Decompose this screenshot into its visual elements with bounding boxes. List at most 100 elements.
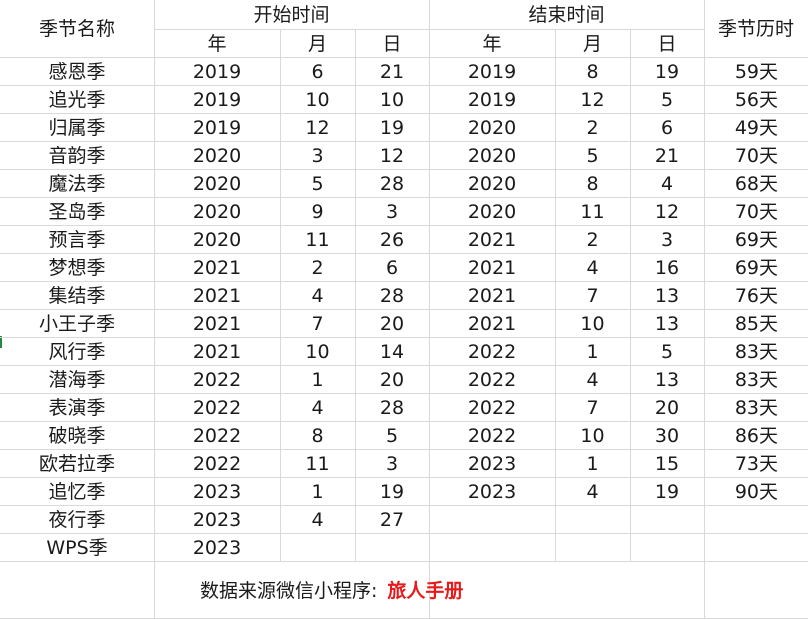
table-cell-em: 10 [580, 424, 605, 447]
table-cell-days: 83天 [734, 396, 778, 419]
table-cell-ey: 2021 [467, 256, 517, 279]
table-cell-days [704, 506, 808, 534]
table-cell-ey: 2020 [467, 116, 517, 139]
table-cell-ey: 2023 [467, 480, 517, 503]
table-cell-name: 音韵季 [48, 144, 106, 167]
table-cell-ey [429, 506, 555, 534]
table-cell-name: 追忆季 [48, 480, 106, 503]
table-cell-sy: 2021 [192, 284, 242, 307]
table-cell-name: 归属季 [48, 116, 106, 139]
table-cell-sd: 20 [379, 368, 405, 391]
table-cell-sy: 2020 [192, 172, 242, 195]
table-cell-ey: 2021 [467, 284, 517, 307]
table-cell-days: 85天 [734, 312, 778, 335]
table-cell-em: 10 [580, 312, 605, 335]
table-cell-sd: 28 [379, 172, 405, 195]
header-end-time: 结束时间 [528, 3, 605, 26]
table-cell-days: 49天 [734, 116, 778, 139]
table-cell-em [555, 506, 630, 534]
table-cell-sm: 2 [311, 256, 324, 279]
table-cell-sd [355, 534, 429, 562]
table-cell-sy: 2021 [192, 256, 242, 279]
table-cell-sy: 2020 [192, 228, 242, 251]
table-cell-ey: 2021 [467, 228, 517, 251]
table-cell-name: 魔法季 [48, 172, 106, 195]
table-cell-ed: 13 [654, 284, 680, 307]
table-cell-em: 4 [586, 368, 599, 391]
table-cell-name: 风行季 [48, 340, 106, 363]
table-cell-days: 90天 [734, 480, 778, 503]
table-cell-name: 圣岛季 [48, 200, 106, 223]
table-cell-sm: 5 [311, 172, 324, 195]
table-cell-sm: 10 [305, 88, 330, 111]
header-start-year: 年 [207, 32, 227, 55]
table-cell-days: 70天 [734, 200, 778, 223]
table-cell-em: 5 [586, 144, 599, 167]
table-cell-ey: 2022 [467, 424, 517, 447]
table-cell-name: 表演季 [48, 396, 106, 419]
table-cell-days: 69天 [734, 256, 778, 279]
table-cell-days: 83天 [734, 368, 778, 391]
table-cell-sd: 20 [379, 312, 405, 335]
table-cell-days: 73天 [734, 452, 778, 475]
table-cell-name: 感恩季 [48, 60, 106, 83]
table-cell-sm [280, 534, 355, 562]
table-cell-sy: 2022 [192, 396, 242, 419]
header-start-month: 月 [307, 32, 327, 55]
table-cell-sd: 3 [385, 200, 399, 223]
table-cell-ed: 13 [654, 368, 680, 391]
table-cell-sd: 21 [379, 60, 405, 83]
table-cell-sy: 2019 [192, 88, 242, 111]
table-cell-ed: 13 [654, 312, 680, 335]
table-cell-sy: 2022 [192, 452, 242, 475]
table-cell-ed: 12 [654, 200, 680, 223]
header-start-time: 开始时间 [253, 3, 330, 26]
table-cell-ey: 2022 [467, 368, 517, 391]
table-cell-sm: 10 [305, 340, 330, 363]
table-cell-sd: 19 [379, 116, 405, 139]
spreadsheet: 季节名称 开始时间 结束时间 季节历时 年 月 日 年 月 日 感恩季 2019 6… [0, 0, 808, 619]
table-cell-days: 70天 [734, 144, 778, 167]
table-cell-sy: 2019 [192, 116, 242, 139]
header-start-day: 日 [382, 32, 402, 55]
table-cell-sy: 2023 [192, 480, 242, 503]
table-cell-em: 2 [586, 116, 599, 139]
table-cell-em: 7 [586, 284, 599, 307]
table-cell-name: 小王子季 [38, 312, 115, 335]
table-cell-em: 12 [580, 88, 605, 111]
table-cell-em: 8 [586, 60, 599, 83]
table-cell-ey: 2019 [467, 60, 517, 83]
table-cell-ed: 16 [654, 256, 680, 279]
header-end-day: 日 [657, 32, 677, 55]
table-cell-name: 集结季 [48, 284, 106, 307]
table-cell-sd: 19 [379, 480, 405, 503]
table-cell-name: 破晓季 [48, 424, 106, 447]
table-cell-em [555, 534, 630, 562]
table-cell-sy: 2022 [192, 368, 242, 391]
table-cell-ed: 21 [654, 144, 680, 167]
table-cell-days: 68天 [734, 172, 778, 195]
table-cell-ey: 2020 [467, 144, 517, 167]
table-cell-days [704, 534, 808, 562]
table-cell-sd: 28 [379, 284, 405, 307]
table-cell-em: 4 [586, 256, 599, 279]
table-cell-em: 1 [586, 340, 599, 363]
table-cell-sy: 2021 [192, 312, 242, 335]
header-duration: 季节历时 [717, 17, 794, 40]
table-cell-name: 预言季 [48, 228, 106, 251]
header-end-month: 月 [582, 32, 602, 55]
table-cell-ed [630, 506, 704, 534]
table-cell-ed: 5 [660, 340, 674, 363]
table-cell-sm: 6 [311, 60, 324, 83]
table-cell-ey: 2022 [467, 340, 517, 363]
table-cell-sd: 27 [379, 508, 405, 531]
table-cell-sy: 2023 [192, 536, 242, 559]
data-source-label: 数据来源微信小程序: [200, 580, 378, 602]
table-cell-sm: 8 [311, 424, 324, 447]
table-cell-ey: 2019 [467, 88, 517, 111]
table-cell-ed: 19 [654, 60, 680, 83]
table-cell-em: 1 [586, 452, 599, 475]
table-cell-sm: 1 [311, 368, 324, 391]
table-cell-sy: 2022 [192, 424, 242, 447]
table-cell-ed: 5 [660, 88, 674, 111]
